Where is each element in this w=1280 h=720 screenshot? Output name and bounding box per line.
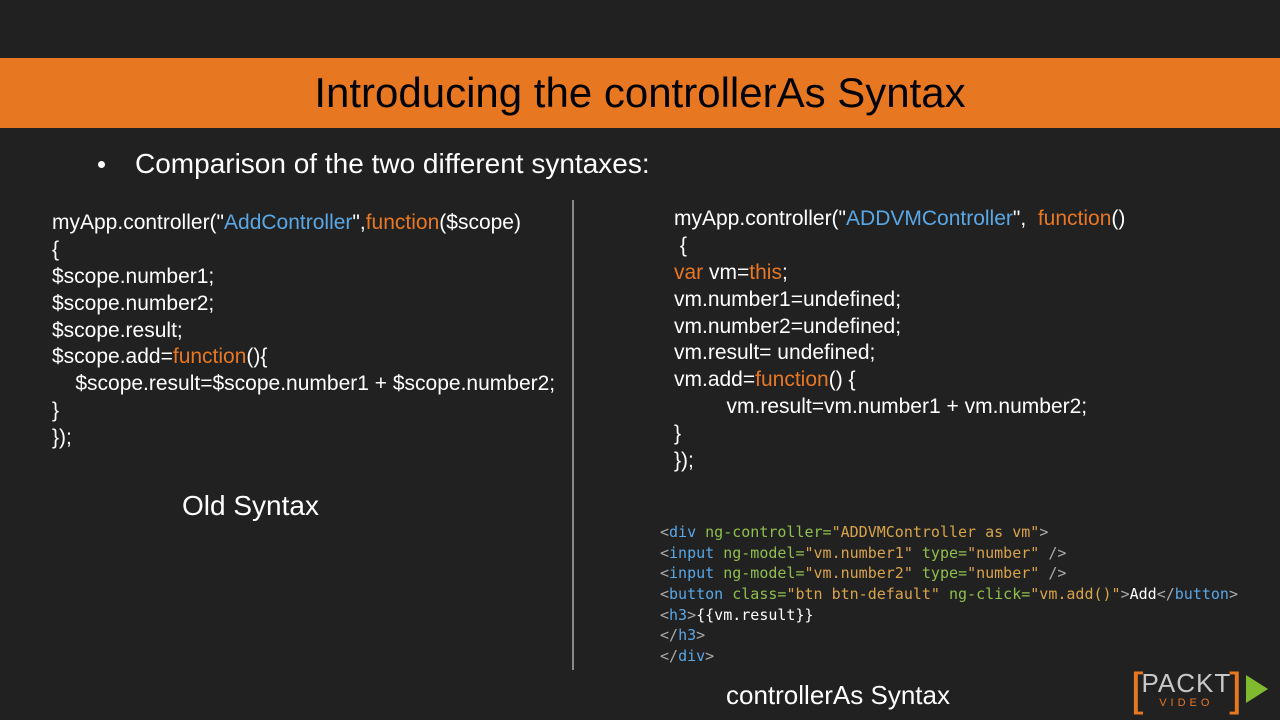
title-bar: Introducing the controllerAs Syntax	[0, 58, 1280, 128]
controlleras-label: controllerAs Syntax	[726, 680, 950, 711]
bullet-dot-icon	[98, 161, 105, 168]
logo-sub: VIDEO	[1159, 698, 1213, 709]
template-html-code: <div ng-controller="ADDVMController as v…	[660, 522, 1240, 667]
logo-brand: PACKT	[1141, 670, 1231, 696]
controlleras-code: myApp.controller("ADDVMController", func…	[674, 206, 1234, 475]
vertical-divider	[572, 200, 574, 670]
bullet-text: Comparison of the two different syntaxes…	[135, 148, 650, 180]
old-syntax-code: myApp.controller("AddController",functio…	[52, 210, 562, 452]
play-icon	[1246, 675, 1268, 703]
old-syntax-label: Old Syntax	[182, 490, 319, 522]
bracket-close-icon: ]	[1229, 666, 1242, 712]
slide-title: Introducing the controllerAs Syntax	[314, 69, 965, 117]
bullet-line: Comparison of the two different syntaxes…	[90, 148, 650, 180]
packt-logo: [ PACKT VIDEO ]	[1131, 666, 1268, 712]
